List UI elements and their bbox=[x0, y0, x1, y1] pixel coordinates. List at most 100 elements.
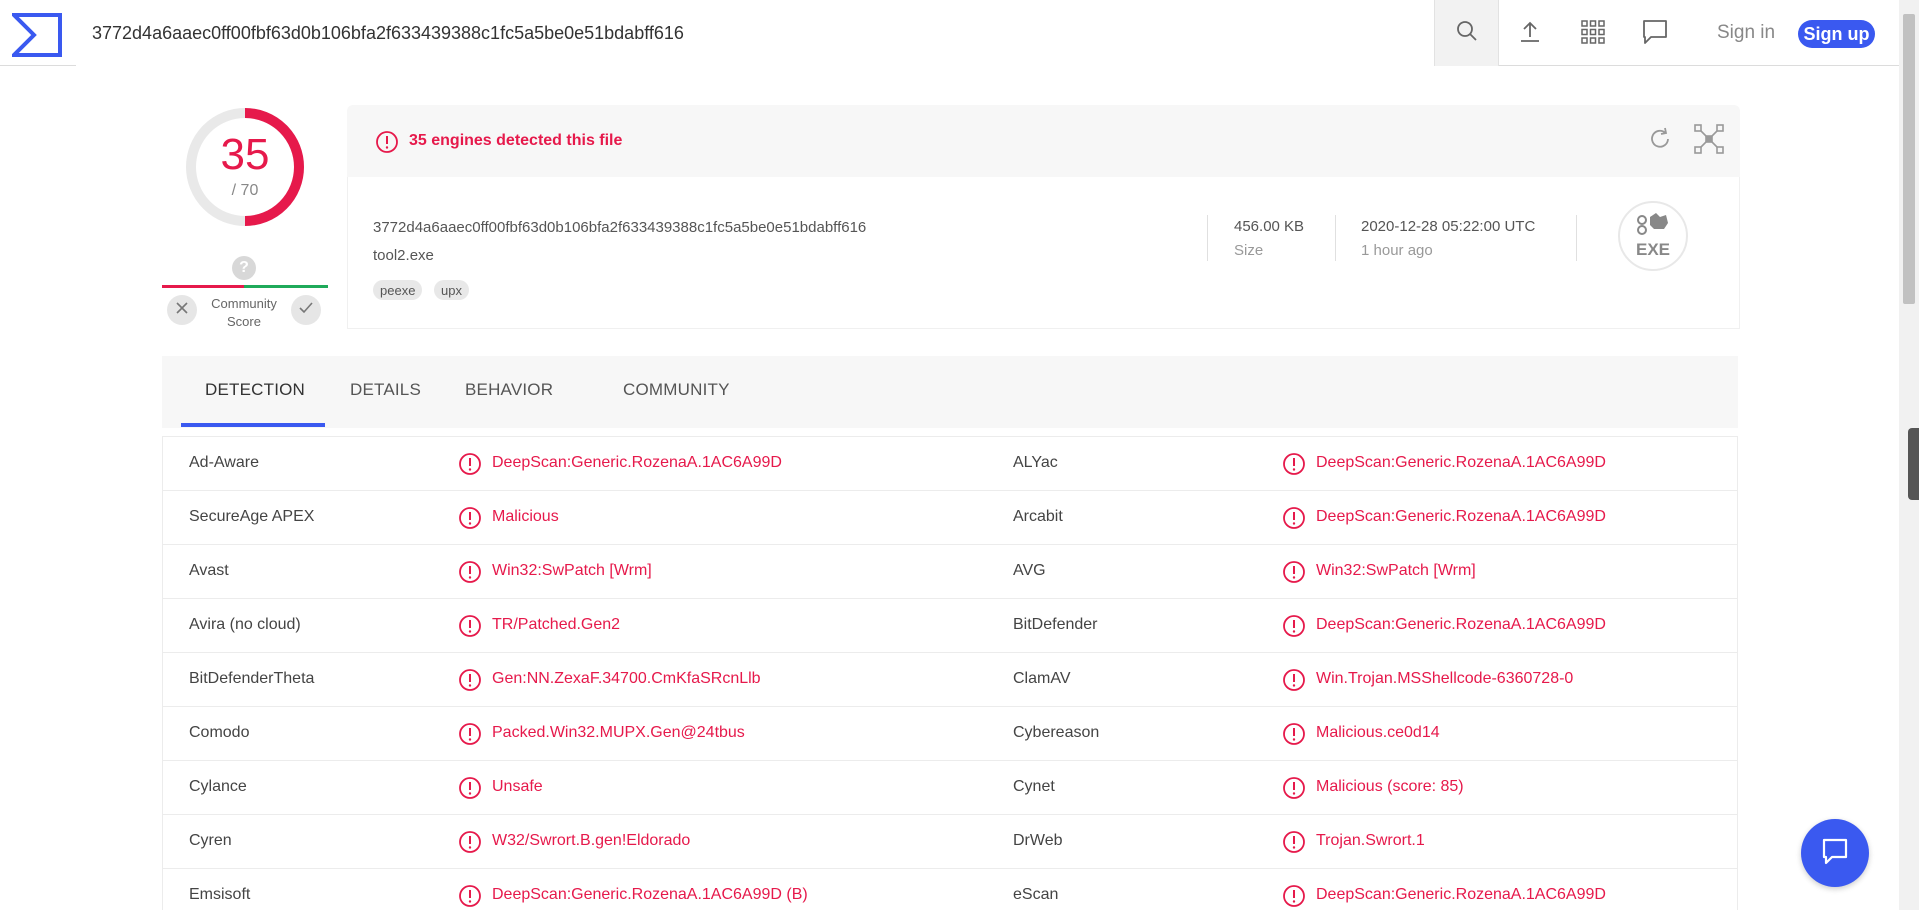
search-icon bbox=[1456, 20, 1478, 47]
top-bar: Sign in Sign up bbox=[0, 0, 1899, 66]
tab-community[interactable]: COMMUNITY bbox=[623, 380, 730, 400]
engine-name: Cynet bbox=[1013, 778, 1055, 795]
sign-in-link[interactable]: Sign in bbox=[1717, 22, 1775, 44]
engine-name: DrWeb bbox=[1013, 832, 1063, 849]
exe-file-icon: EXE bbox=[1618, 201, 1688, 271]
detection-result: Packed.Win32.MUPX.Gen@24tbus bbox=[492, 724, 745, 741]
detection-result: DeepScan:Generic.RozenaA.1AC6A99D bbox=[1316, 454, 1606, 471]
exclamation-circle-icon bbox=[1282, 776, 1306, 800]
detection-result: TR/Patched.Gen2 bbox=[492, 616, 621, 633]
detection-table: Ad-Aware DeepScan:Generic.RozenaA.1AC6A99… bbox=[162, 436, 1738, 910]
engine-name: Cylance bbox=[189, 778, 247, 795]
file-name: tool2.exe bbox=[373, 247, 434, 264]
file-type-label: EXE bbox=[1636, 240, 1670, 259]
apps-button[interactable] bbox=[1577, 18, 1609, 50]
exclamation-circle-icon bbox=[458, 560, 482, 584]
engine-name: AVG bbox=[1013, 562, 1046, 579]
engine-name: Ad-Aware bbox=[189, 454, 259, 471]
tab-details[interactable]: DETAILS bbox=[350, 380, 421, 400]
table-row: Comodo Packed.Win32.MUPX.Gen@24tbus Cybere… bbox=[163, 707, 1737, 761]
scan-date-value: 2020-12-28 05:22:00 UTC bbox=[1361, 218, 1536, 235]
detection-result: DeepScan:Generic.RozenaA.1AC6A99D bbox=[1316, 886, 1606, 903]
detection-result: W32/Swrort.B.gen!Eldorado bbox=[492, 832, 691, 849]
exclamation-circle-icon bbox=[458, 830, 482, 854]
upload-icon bbox=[1518, 20, 1542, 49]
virustotal-logo-icon[interactable] bbox=[9, 13, 62, 57]
active-tab-indicator bbox=[181, 423, 325, 427]
detection-result: Unsafe bbox=[492, 778, 543, 795]
engine-name: Arcabit bbox=[1013, 508, 1063, 525]
detection-result: Malicious.ce0d14 bbox=[1316, 724, 1440, 741]
exclamation-circle-icon bbox=[458, 722, 482, 746]
chat-icon bbox=[1642, 19, 1668, 50]
engine-name: eScan bbox=[1013, 886, 1059, 903]
table-row: SecureAge APEX Malicious Arcabit DeepScan:G… bbox=[163, 491, 1737, 545]
detection-result: Malicious (score: 85) bbox=[1316, 778, 1464, 795]
community-bar-negative bbox=[162, 285, 244, 288]
engine-name: Avast bbox=[189, 562, 229, 579]
chat-icon bbox=[1820, 836, 1850, 871]
alert-message: 35 engines detected this file bbox=[409, 132, 623, 149]
tab-detection[interactable]: DETECTION bbox=[205, 380, 305, 400]
exclamation-circle-icon bbox=[1282, 452, 1306, 476]
community-score-label: Community Score bbox=[211, 296, 277, 329]
apps-grid-icon bbox=[1581, 19, 1605, 49]
exclamation-circle-icon bbox=[1282, 884, 1306, 908]
community-unknown-icon: ? bbox=[232, 256, 256, 280]
detection-result: DeepScan:Generic.RozenaA.1AC6A99D bbox=[1316, 508, 1606, 525]
exclamation-circle-icon bbox=[1282, 506, 1306, 530]
score-detected: 35 bbox=[220, 130, 270, 179]
table-row: Cylance Unsafe Cynet Malicious (score: 85) bbox=[163, 761, 1737, 815]
vote-harmless-button[interactable] bbox=[291, 295, 321, 325]
engine-name: Emsisoft bbox=[189, 886, 251, 903]
engine-name: Cyren bbox=[189, 832, 232, 849]
file-hash[interactable]: 3772d4a6aaec0ff00fbf63d0b106bfa2f6334393… bbox=[373, 219, 866, 236]
divider bbox=[1335, 215, 1336, 261]
detection-result: Win.Trojan.MSShellcode-6360728-0 bbox=[1316, 670, 1574, 687]
community-bar-positive bbox=[244, 285, 328, 288]
exclamation-circle-icon bbox=[458, 452, 482, 476]
search-input[interactable] bbox=[76, 0, 1434, 66]
file-size-label: Size bbox=[1234, 242, 1264, 259]
file-size-value: 456.00 KB bbox=[1234, 218, 1305, 235]
engine-name: Cybereason bbox=[1013, 724, 1100, 741]
upload-button[interactable] bbox=[1514, 18, 1546, 50]
detection-score: 35 / 70 bbox=[180, 102, 310, 232]
engine-name: Avira (no cloud) bbox=[189, 616, 301, 633]
refresh-icon bbox=[1647, 126, 1673, 157]
reanalyze-button[interactable] bbox=[1644, 125, 1676, 157]
detection-result: DeepScan:Generic.RozenaA.1AC6A99D bbox=[492, 454, 782, 471]
detection-result: Win32:SwPatch [Wrm] bbox=[1316, 562, 1476, 579]
exclamation-circle-icon bbox=[458, 668, 482, 692]
scan-date-relative: 1 hour ago bbox=[1361, 242, 1433, 259]
engine-name: ClamAV bbox=[1013, 670, 1071, 687]
table-row: Avira (no cloud) TR/Patched.Gen2 BitDefend… bbox=[163, 599, 1737, 653]
exclamation-circle-icon bbox=[1282, 830, 1306, 854]
engine-name: ALYac bbox=[1013, 454, 1058, 471]
side-widget-tab[interactable] bbox=[1908, 428, 1919, 500]
similar-graph-button[interactable] bbox=[1693, 123, 1725, 159]
engine-name: BitDefenderTheta bbox=[189, 670, 315, 687]
vote-harmful-button[interactable] bbox=[167, 295, 197, 325]
graph-icon bbox=[1694, 123, 1724, 159]
chat-button[interactable] bbox=[1639, 18, 1671, 50]
close-icon bbox=[176, 301, 188, 319]
file-tag[interactable]: upx bbox=[434, 280, 469, 300]
detection-result: Trojan.Swrort.1 bbox=[1316, 832, 1425, 849]
detection-result: DeepScan:Generic.RozenaA.1AC6A99D (B) bbox=[492, 886, 808, 903]
tab-behavior[interactable]: BEHAVIOR bbox=[465, 380, 553, 400]
report-tabs: DETECTION DETAILS BEHAVIOR COMMUNITY bbox=[162, 356, 1738, 428]
search-button[interactable] bbox=[1434, 0, 1499, 66]
file-info: 3772d4a6aaec0ff00fbf63d0b106bfa2f6334393… bbox=[347, 177, 1740, 329]
exclamation-circle-icon bbox=[1282, 722, 1306, 746]
exclamation-circle-icon bbox=[1282, 614, 1306, 638]
detection-result: Malicious bbox=[492, 508, 559, 525]
table-row: Cyren W32/Swrort.B.gen!Eldorado DrWeb Troja… bbox=[163, 815, 1737, 869]
detection-result: Gen:NN.ZexaF.34700.CmKfaSRcnLlb bbox=[492, 670, 761, 687]
file-tag[interactable]: peexe bbox=[373, 280, 423, 300]
divider bbox=[1576, 215, 1577, 261]
engine-name: Comodo bbox=[189, 724, 250, 741]
support-chat-button[interactable] bbox=[1801, 819, 1869, 887]
scrollbar-thumb[interactable] bbox=[1903, 14, 1915, 304]
sign-up-button[interactable]: Sign up bbox=[1798, 20, 1875, 48]
